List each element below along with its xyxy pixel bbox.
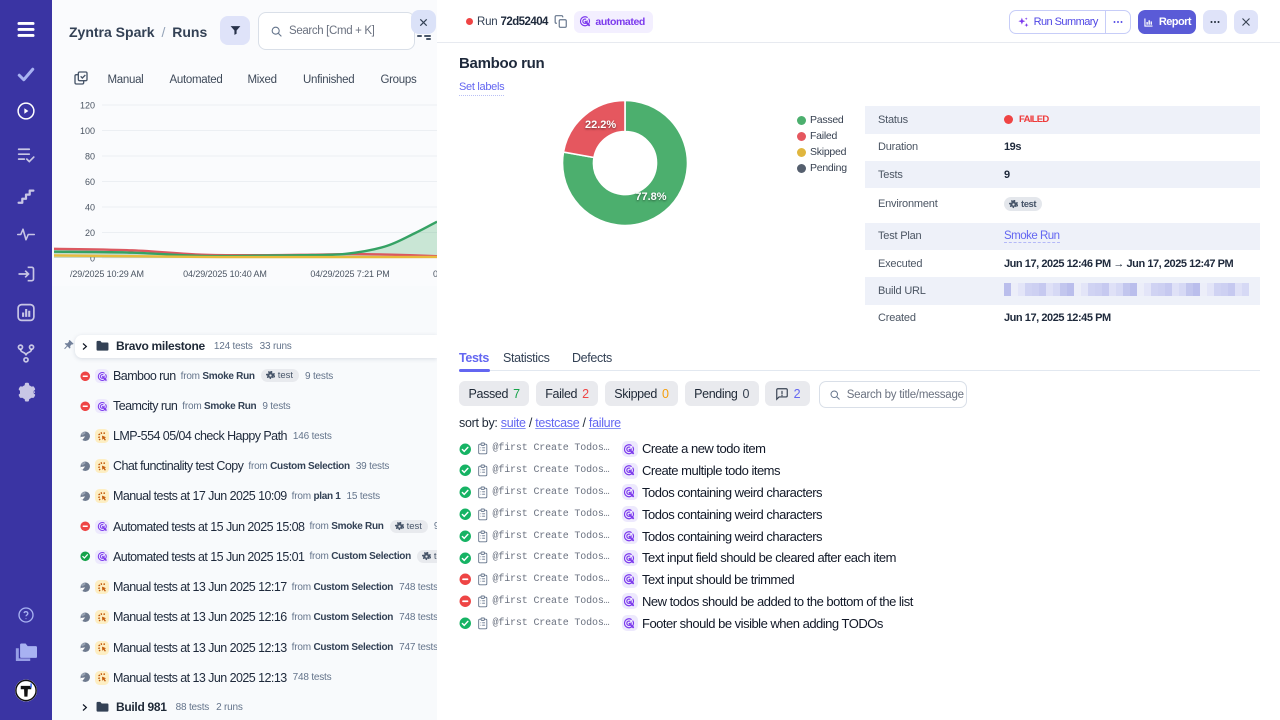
svg-text:77.8%: 77.8% <box>635 191 666 203</box>
svg-text:120: 120 <box>80 101 95 111</box>
svg-text:20: 20 <box>85 228 95 238</box>
svg-text:/29/2025 10:29 AM: /29/2025 10:29 AM <box>70 269 144 279</box>
svg-text:22.2%: 22.2% <box>585 119 616 131</box>
svg-text:40: 40 <box>85 203 95 213</box>
svg-text:04/29/2025 7:21 PM: 04/29/2025 7:21 PM <box>310 269 389 279</box>
svg-text:80: 80 <box>85 152 95 162</box>
svg-text:100: 100 <box>80 126 95 136</box>
svg-text:04/29/2025 10:40 AM: 04/29/2025 10:40 AM <box>183 269 267 279</box>
svg-text:60: 60 <box>85 177 95 187</box>
